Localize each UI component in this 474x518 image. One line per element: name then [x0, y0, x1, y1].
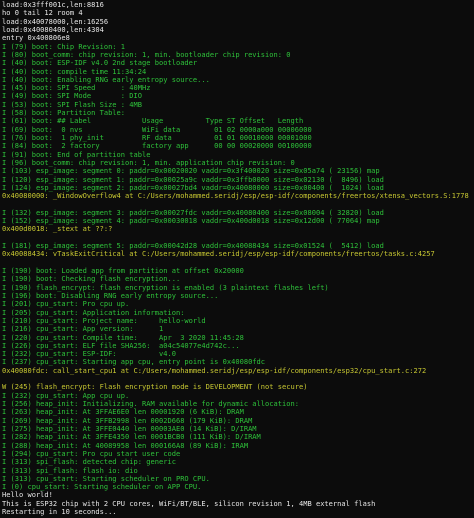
terminal-line: I (313) spi_flash: flash io: dio	[2, 466, 138, 475]
terminal-line: I (196) boot: Disabling RNG early entrop…	[2, 291, 219, 300]
terminal-line: I (120) esp_image: segment 1: paddr=0x00…	[2, 175, 384, 184]
terminal-line: I (58) boot: Partition Table:	[2, 109, 126, 118]
terminal-line: Restarting in 10 seconds...	[2, 508, 117, 517]
terminal-line: I (190) boot: Loaded app from partition …	[2, 267, 244, 275]
terminal-line: W (245) flash_encrypt: Flash encryption …	[2, 383, 308, 392]
terminal-line: I (96) boot_comm: chip revision: 1, min.…	[2, 158, 295, 167]
terminal-line: ho 0 tail 12 room 4	[2, 9, 83, 18]
terminal-line: 0x400d0018: _stext at ??:?	[2, 225, 113, 234]
terminal-line: I (205) cpu_start: Application informati…	[2, 308, 185, 317]
terminal-line: I (0) cpu_start: Starting scheduler on A…	[2, 483, 202, 492]
terminal-line: I (190) flash_encrypt: flash encryption …	[2, 283, 329, 292]
terminal-line: I (269) heap_init: At 3FFB2998 len 0002D…	[2, 416, 253, 425]
terminal-line: I (40) boot: Enabling RNG early entropy …	[2, 75, 210, 84]
terminal-line: I (80) boot_comm: chip revision: 1, min.…	[2, 50, 291, 59]
terminal-line: load:0x3fff001c,len:8816	[2, 1, 104, 9]
terminal-line: I (210) cpu_start: Project name: hello-w…	[2, 316, 206, 325]
terminal-line: I (40) boot: ESP-IDF v4.0 2nd stage boot…	[2, 59, 198, 68]
terminal-line: I (61) boot: ## Label Usage Type ST Offs…	[2, 117, 304, 126]
terminal-line: load:0x40078000,len:16256	[2, 17, 109, 26]
terminal-line: I (79) boot: Chip Revision: 1	[2, 42, 126, 51]
terminal-line: I (152) esp_image: segment 4: paddr=0x00…	[2, 217, 380, 226]
terminal-line: I (256) heap_init: Initializing. RAM ava…	[2, 400, 299, 408]
terminal-line: load:0x40080400,len:4304	[2, 25, 104, 34]
terminal-line: Hello world!	[2, 491, 53, 500]
terminal-line: I (53) boot: SPI Flash Size : 4MB	[2, 100, 143, 109]
terminal-line: I (49) boot: SPI Mode : DIO	[2, 92, 143, 101]
terminal-line: I (216) cpu_start: App version: 1	[2, 325, 164, 334]
terminal-line: I (294) cpu_start: Pro cpu start user co…	[2, 449, 181, 458]
terminal-line: I (220) cpu_start: Compile time: Apr 3 2…	[2, 333, 244, 342]
terminal-line: I (232) cpu_start: App cpu up.	[2, 391, 130, 400]
terminal-line: entry 0x400806e8	[2, 34, 70, 43]
terminal-line: I (263) heap_init: At 3FFAE6E0 len 00001…	[2, 408, 244, 417]
terminal-line: I (282) heap_init: At 3FFE4350 len 0001B…	[2, 433, 261, 442]
terminal-line: This is ESP32 chip with 2 CPU cores, WiF…	[2, 499, 376, 508]
terminal-line: I (91) boot: End of partition table	[2, 150, 151, 159]
terminal-line: I (232) cpu_start: ESP-IDF: v4.0	[2, 350, 176, 359]
terminal-line: I (275) heap_init: At 3FFE0440 len 00003…	[2, 424, 257, 433]
terminal-line: I (84) boot: 2 factory factory app 00 00…	[2, 142, 312, 151]
terminal-line: I (69) boot: 0 nvs WiFi data 01 02 0000a…	[2, 125, 312, 134]
terminal-line: 0x40088434: vTaskExitCritical at C:/User…	[2, 250, 435, 259]
terminal-line: I (124) esp_image: segment 2: paddr=0x00…	[2, 183, 384, 192]
terminal-line: I (132) esp_image: segment 3: paddr=0x00…	[2, 208, 384, 217]
terminal-line: I (103) esp_image: segment 0: paddr=0x00…	[2, 167, 380, 176]
terminal-line: I (201) cpu_start: Pro cpu up.	[2, 300, 130, 309]
terminal-line: I (190) boot: Checking flash encryption.…	[2, 275, 181, 284]
terminal-line: I (313) spi_flash: detected chip: generi…	[2, 458, 176, 467]
terminal-line: 0x40080fdc: call_start_cpu1 at C:/Users/…	[2, 366, 427, 375]
terminal-output[interactable]: load:0x3fff001c,len:8816 ho 0 tail 12 roo…	[0, 0, 474, 518]
terminal-line: I (181) esp_image: segment 5: paddr=0x00…	[2, 242, 384, 251]
terminal-line: I (226) cpu_start: ELF file SHA256: a04c…	[2, 341, 240, 350]
terminal-line: I (288) heap_init: At 40089958 len 00016…	[2, 441, 249, 450]
terminal-line: I (45) boot: SPI Speed : 40MHz	[2, 84, 151, 93]
terminal-line: I (313) cpu_start: Starting scheduler on…	[2, 474, 210, 483]
terminal-line: I (40) boot: compile time 11:34:24	[2, 67, 147, 76]
terminal-line: I (237) cpu_start: Starting app cpu, ent…	[2, 358, 266, 367]
terminal-line: I (76) boot: 1 phy_init RF data 01 01 00…	[2, 134, 312, 142]
terminal-line: 0x40080000: _WindowOverflow4 at C:/Users…	[2, 192, 469, 201]
